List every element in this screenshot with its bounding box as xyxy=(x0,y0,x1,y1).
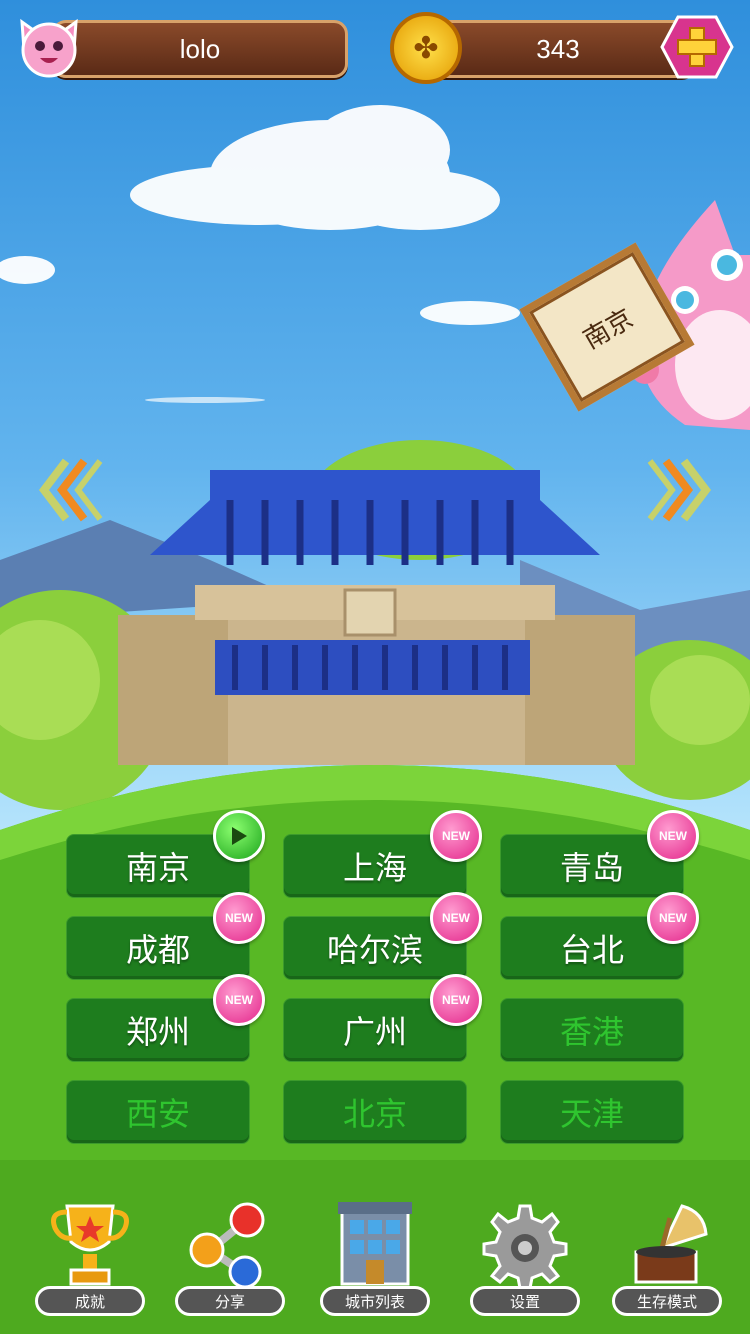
nav-achievements[interactable]: 成就 xyxy=(35,1198,145,1318)
city-button-beijing-locked[interactable]: 北京 xyxy=(283,1080,467,1144)
new-badge: NEW xyxy=(647,892,699,944)
player-name: lolo xyxy=(179,33,221,64)
new-badge: NEW xyxy=(430,810,482,862)
new-badge: NEW xyxy=(430,892,482,944)
city-button-hongkong-locked[interactable]: 香港 xyxy=(500,998,684,1062)
city-button-xian-locked[interactable]: 西安 xyxy=(66,1080,250,1144)
add-coins-button[interactable] xyxy=(660,14,734,80)
next-city-arrow-icon[interactable] xyxy=(644,455,714,525)
gramophone-icon xyxy=(634,1204,708,1284)
player-avatar-icon[interactable] xyxy=(14,10,84,80)
play-icon[interactable] xyxy=(213,810,265,862)
gear-icon xyxy=(482,1204,568,1290)
previous-city-arrow-icon[interactable] xyxy=(36,455,106,525)
trophy-icon xyxy=(51,1204,129,1286)
nav-survival-mode[interactable]: 生存模式 xyxy=(612,1198,722,1318)
nav-share[interactable]: 分享 xyxy=(175,1198,285,1318)
game-scene: lolo 343 ✤ 南京 南京 上海 NEW 青岛 NEW 成都 NEW 哈尔… xyxy=(0,0,750,1334)
new-badge: NEW xyxy=(213,892,265,944)
share-icon xyxy=(189,1202,265,1289)
new-badge: NEW xyxy=(430,974,482,1026)
nav-city-list[interactable]: 城市列表 xyxy=(320,1198,430,1318)
building-icon xyxy=(338,1202,412,1286)
palace-illustration xyxy=(118,470,635,765)
new-badge: NEW xyxy=(213,974,265,1026)
clover-coin-icon: ✤ xyxy=(390,12,462,84)
coin-count: 343 xyxy=(536,33,580,64)
nav-settings[interactable]: 设置 xyxy=(470,1198,580,1318)
city-button-tianjin-locked[interactable]: 天津 xyxy=(500,1080,684,1144)
new-badge: NEW xyxy=(647,810,699,862)
player-name-bar: lolo xyxy=(52,20,348,78)
